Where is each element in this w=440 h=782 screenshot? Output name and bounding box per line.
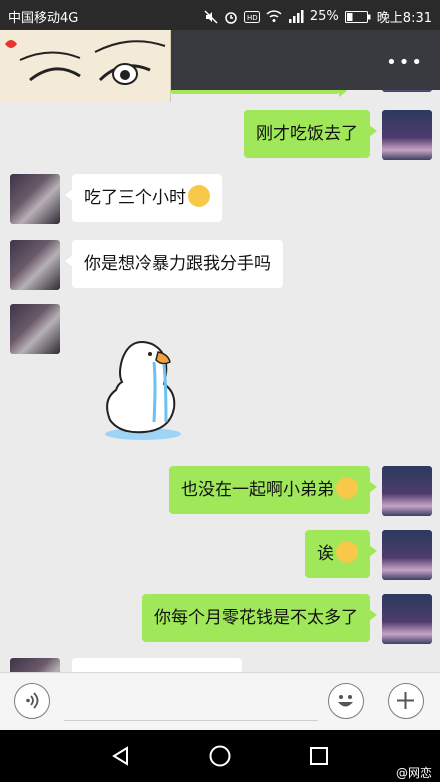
message-bubble-partial[interactable] xyxy=(72,658,242,672)
battery-icon xyxy=(344,10,371,23)
avatar[interactable] xyxy=(10,240,60,290)
message-bubble[interactable]: 也没在一起啊小弟弟 xyxy=(169,466,377,514)
message-list[interactable]: 刚才吃饭去了 吃了三个小时 你是想冷暴力跟我分手吗 也没在一起啊小弟弟 诶 你每… xyxy=(0,90,440,672)
hd-icon: HD xyxy=(243,10,260,23)
avatar[interactable] xyxy=(382,110,432,160)
message-bubble[interactable]: 你是想冷暴力跟我分手吗 xyxy=(65,240,283,288)
alarm-icon xyxy=(225,11,237,24)
home-icon[interactable] xyxy=(208,744,232,768)
signal-icon xyxy=(288,10,304,23)
message-text: 你每个月零花钱是不太多了 xyxy=(154,608,358,628)
svg-text:HD: HD xyxy=(247,14,258,22)
avatar[interactable] xyxy=(10,658,60,672)
avatar[interactable] xyxy=(10,304,60,354)
message-text: 刚才吃饭去了 xyxy=(256,124,358,144)
nav-bar xyxy=(0,730,440,782)
voice-icon[interactable] xyxy=(14,683,50,719)
flushed-emoji-icon xyxy=(336,541,358,563)
wifi-icon xyxy=(266,10,282,22)
emoji-icon[interactable] xyxy=(328,683,364,719)
status-bar: 中国移动4G HD 25% 晚上8:31 xyxy=(0,0,440,30)
recents-icon[interactable] xyxy=(308,745,330,767)
input-bar xyxy=(0,672,440,731)
avatar[interactable] xyxy=(10,174,60,224)
message-text: 诶 xyxy=(317,544,334,564)
mute-icon xyxy=(204,9,218,24)
avatar[interactable] xyxy=(382,466,432,516)
crying-duck-sticker[interactable] xyxy=(98,330,188,442)
tears-of-joy-emoji-icon xyxy=(336,477,358,499)
weary-emoji-icon xyxy=(188,185,210,207)
carrier-label: 中国移动4G xyxy=(8,11,79,26)
message-text: 吃了三个小时 xyxy=(84,188,186,208)
message-bubble[interactable]: 吃了三个小时 xyxy=(65,174,222,222)
back-icon[interactable] xyxy=(110,745,132,767)
more-dots-icon[interactable]: ••• xyxy=(386,52,424,73)
message-text: 也没在一起啊小弟弟 xyxy=(181,480,334,500)
clock: 晚上8:31 xyxy=(376,11,432,26)
message-bubble[interactable]: 刚才吃饭去了 xyxy=(244,110,377,158)
message-bubble[interactable]: 诶 xyxy=(305,530,377,578)
avatar[interactable] xyxy=(382,90,432,92)
avatar[interactable] xyxy=(382,594,432,644)
message-input[interactable] xyxy=(64,720,318,721)
avatar[interactable] xyxy=(382,530,432,580)
message-text: 你是想冷暴力跟我分手吗 xyxy=(84,254,271,274)
message-bubble[interactable]: 你每个月零花钱是不太多了 xyxy=(142,594,377,642)
message-bubble-partial xyxy=(170,90,347,97)
battery-percent: 25% xyxy=(309,9,339,24)
plus-icon[interactable] xyxy=(388,683,424,719)
status-icons: HD 25% 晚上8:31 xyxy=(204,7,432,26)
watermark: @网恋 xyxy=(395,766,432,780)
